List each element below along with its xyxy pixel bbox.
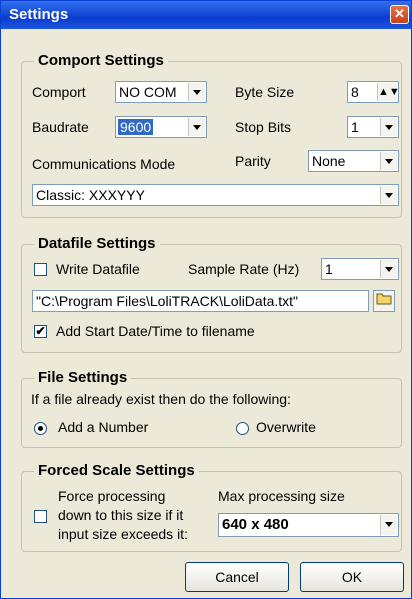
write-datafile-checkbox[interactable] (34, 263, 47, 276)
chevron-down-icon[interactable] (188, 83, 205, 101)
datafile-path-input[interactable]: "C:\Program Files\LoliTRACK\LoliData.txt… (32, 290, 369, 312)
stop-bits-value: 1 (351, 119, 359, 135)
comport-settings-legend: Comport Settings (34, 52, 168, 69)
max-size-dropdown[interactable]: 640 x 480 (218, 513, 399, 537)
force-processing-label-line2: down to this size if it (58, 507, 184, 523)
parity-label: Parity (235, 153, 271, 169)
sample-rate-dropdown[interactable]: 1 (321, 258, 399, 280)
window-title: Settings (9, 6, 69, 23)
comport-value: NO COM (119, 84, 177, 100)
baudrate-value: 9600 (118, 119, 154, 135)
chevron-down-icon[interactable] (380, 186, 397, 204)
folder-icon[interactable] (373, 290, 395, 312)
force-processing-label-line1: Force processing (58, 488, 166, 504)
ok-button[interactable]: OK (300, 562, 404, 592)
chevron-down-icon[interactable] (380, 515, 397, 535)
settings-window: Settings ✕ Comport Settings Comport NO C… (0, 0, 412, 599)
force-processing-checkbox[interactable] (34, 510, 47, 523)
baudrate-dropdown[interactable]: 9600 (115, 116, 207, 138)
radio-dot (38, 426, 43, 431)
check-mark-icon: ✔ (35, 324, 46, 338)
title-bar[interactable]: Settings ✕ (1, 1, 411, 29)
write-datafile-label: Write Datafile (56, 261, 140, 277)
sample-rate-label: Sample Rate (Hz) (188, 261, 300, 277)
max-size-label: Max processing size (218, 488, 345, 504)
close-icon[interactable]: ✕ (390, 5, 409, 24)
add-date-checkbox[interactable]: ✔ (34, 325, 47, 338)
chevron-down-icon[interactable] (380, 118, 397, 136)
max-size-value: 640 x 480 (222, 516, 289, 533)
comport-label: Comport (32, 84, 86, 100)
forced-scale-legend: Forced Scale Settings (34, 462, 199, 479)
force-processing-label-line3: input size exceeds it: (58, 526, 188, 542)
byte-size-value: 8 (351, 84, 359, 100)
stop-bits-label: Stop Bits (235, 119, 292, 135)
chevron-down-icon[interactable] (188, 118, 205, 136)
cancel-button[interactable]: Cancel (185, 562, 289, 592)
add-date-label: Add Start Date/Time to filename (56, 323, 255, 339)
stop-bits-dropdown[interactable]: 1 (347, 116, 399, 138)
comport-dropdown[interactable]: NO COM (115, 81, 207, 103)
spin-arrows-icon[interactable]: ▲▼ (377, 83, 400, 101)
file-settings-legend: File Settings (34, 369, 132, 386)
byte-size-spinner[interactable]: 8 ▲▼ (347, 81, 400, 103)
chevron-down-icon[interactable] (380, 152, 397, 170)
communications-mode-value: Classic: XXXYYY (36, 187, 145, 203)
chevron-down-icon[interactable] (380, 260, 397, 278)
baudrate-label: Baudrate (32, 119, 89, 135)
communications-mode-dropdown[interactable]: Classic: XXXYYY (32, 184, 399, 206)
add-number-label: Add a Number (58, 419, 149, 435)
datafile-settings-legend: Datafile Settings (34, 235, 160, 252)
datafile-path-value: "C:\Program Files\LoliTRACK\LoliData.txt… (36, 293, 299, 309)
file-settings-group: File Settings (21, 369, 402, 448)
overwrite-label: Overwrite (256, 419, 316, 435)
add-number-radio[interactable] (34, 422, 47, 435)
parity-dropdown[interactable]: None (308, 150, 399, 172)
byte-size-label: Byte Size (235, 84, 295, 100)
sample-rate-value: 1 (325, 261, 333, 277)
file-instruction-text: If a file already exist then do the foll… (31, 391, 291, 407)
overwrite-radio[interactable] (236, 422, 249, 435)
communications-mode-label: Communications Mode (32, 156, 176, 172)
parity-value: None (312, 153, 346, 169)
